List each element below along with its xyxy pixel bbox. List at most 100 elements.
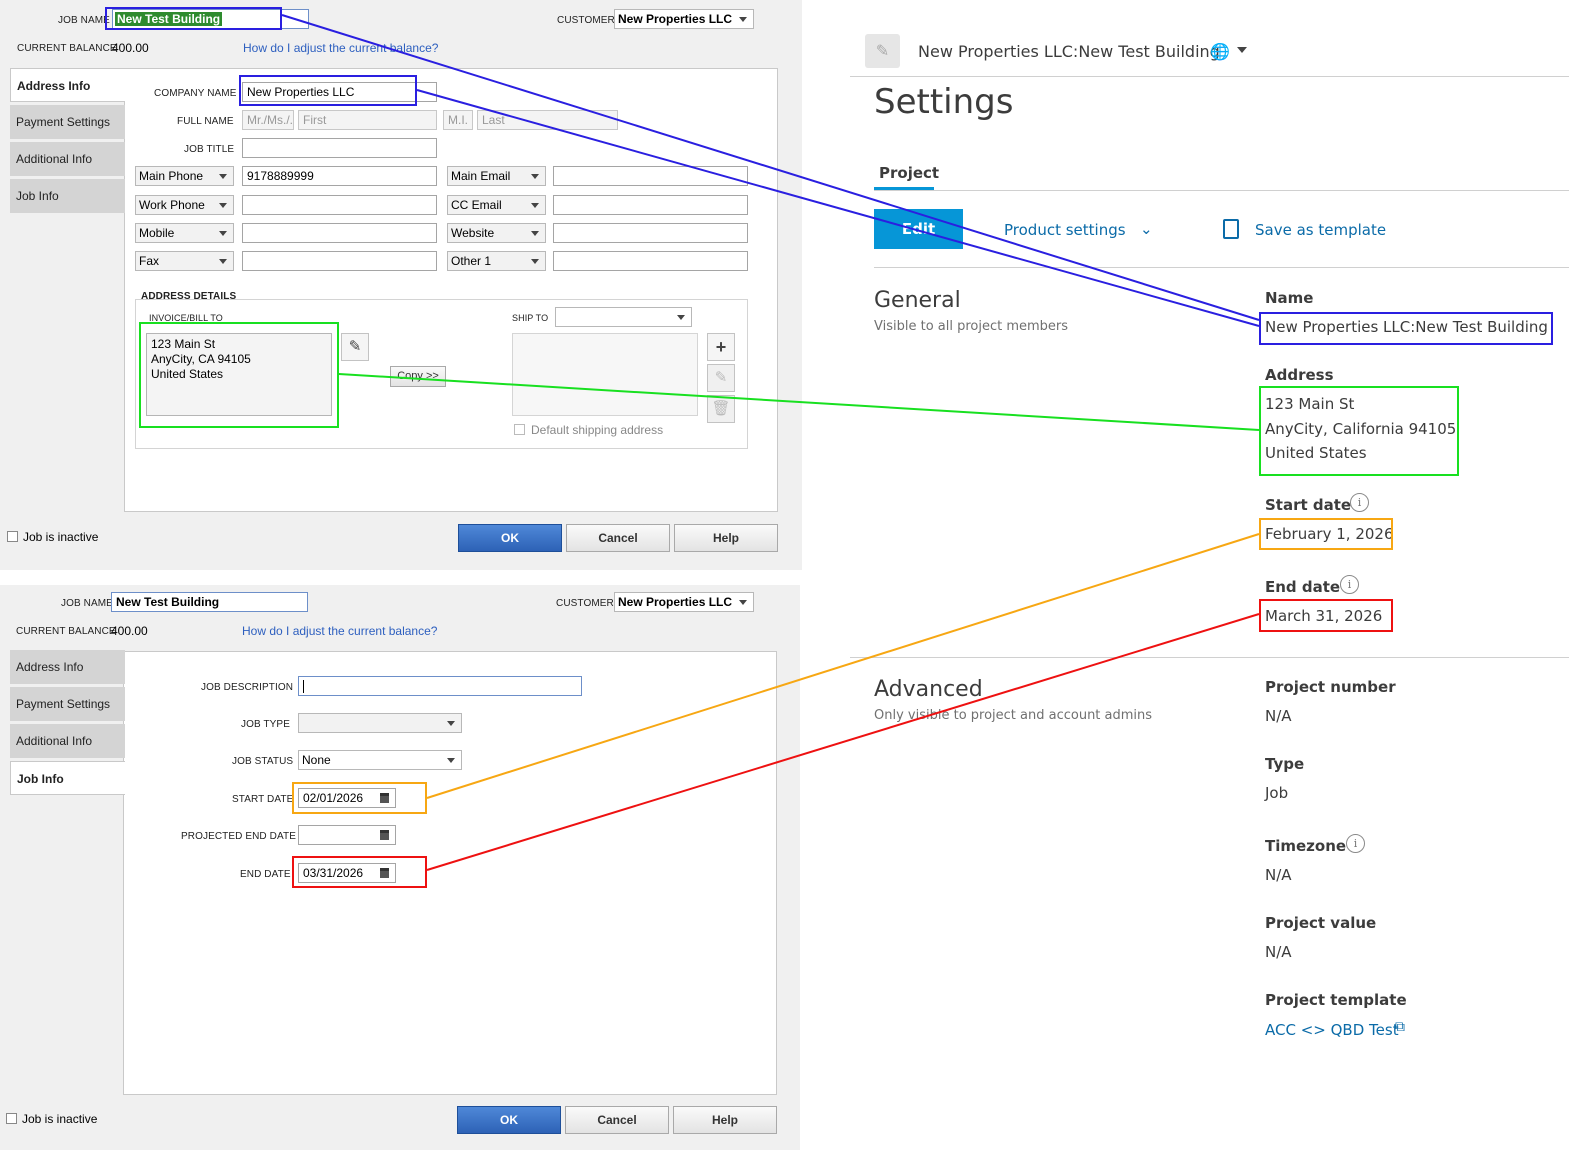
job-description-input[interactable] <box>298 676 582 696</box>
cc-email-input[interactable] <box>553 195 748 215</box>
job-name-input[interactable]: New Test Building <box>111 592 308 612</box>
address-line-1: 123 Main St <box>1265 395 1355 413</box>
current-balance-value: 400.00 <box>112 41 149 55</box>
calendar-icon[interactable] <box>380 868 389 878</box>
calendar-icon[interactable] <box>380 793 389 803</box>
email-type-dropdown-2[interactable]: CC Email <box>447 195 546 215</box>
product-settings-button[interactable]: Product settings <box>1004 221 1126 239</box>
ok-button[interactable]: OK <box>457 1106 561 1134</box>
adjust-balance-link[interactable]: How do I adjust the current balance? <box>243 41 438 55</box>
job-name-selected-text: New Test Building <box>115 12 223 26</box>
project-template-label: Project template <box>1265 991 1407 1009</box>
phone-type-dropdown-4[interactable]: Fax <box>135 251 234 271</box>
salutation-input[interactable]: Mr./Ms./... <box>242 110 294 130</box>
edit-bill-to-button[interactable]: ✎ <box>341 333 369 361</box>
default-shipping-checkbox[interactable] <box>514 424 525 435</box>
customer-dropdown[interactable]: New Properties LLC <box>614 592 754 612</box>
help-button[interactable]: Help <box>673 1106 777 1134</box>
job-inactive-label: Job is inactive <box>22 1112 98 1126</box>
email-type-dropdown-3[interactable]: Website <box>447 223 546 243</box>
projected-end-date-input[interactable] <box>298 825 396 845</box>
tab-additional-info[interactable]: Additional Info <box>10 724 125 758</box>
bill-to-line-1: 123 Main St <box>151 337 216 351</box>
tab-additional-info[interactable]: Additional Info <box>10 142 125 176</box>
project-title[interactable]: New Properties LLC:New Test Building <box>918 42 1220 61</box>
phone-type-dropdown-1[interactable]: Main Phone <box>135 166 234 186</box>
job-inactive-checkbox[interactable] <box>7 531 18 542</box>
job-title-input[interactable] <box>242 138 437 158</box>
tab-project[interactable]: Project <box>879 164 939 182</box>
job-title-label: JOB TITLE <box>184 144 235 155</box>
cancel-button[interactable]: Cancel <box>566 524 670 552</box>
bill-to-address-textarea[interactable]: 123 Main St AnyCity, CA 94105 United Sta… <box>146 333 332 416</box>
add-ship-to-button[interactable]: + <box>707 333 735 361</box>
type-label: Type <box>1265 755 1305 773</box>
job-name-label: JOB NAME <box>61 598 113 609</box>
save-as-template-button[interactable]: Save as template <box>1255 221 1386 239</box>
external-link-icon: ⧉ <box>1395 1019 1405 1035</box>
tab-payment-settings[interactable]: Payment Settings <box>10 105 125 139</box>
work-phone-input[interactable] <box>242 195 437 215</box>
project-template-link[interactable]: ACC <> QBD Test <box>1265 1021 1399 1039</box>
adjust-balance-link[interactable]: How do I adjust the current balance? <box>242 624 437 638</box>
end-date-input[interactable]: 03/31/2026 <box>298 863 396 883</box>
end-date-value: 03/31/2026 <box>303 866 364 880</box>
main-email-input[interactable] <box>553 166 748 186</box>
timezone-label: Timezone <box>1265 837 1347 855</box>
general-section-subtitle: Visible to all project members <box>874 319 1069 334</box>
type-value: Job <box>1265 784 1289 802</box>
customer-label: CUSTOMER <box>557 15 615 26</box>
project-value-value: N/A <box>1265 943 1292 961</box>
tab-payment-settings[interactable]: Payment Settings <box>10 687 125 721</box>
start-date-value: February 1, 2026 <box>1265 525 1394 543</box>
info-icon[interactable]: i <box>1340 575 1359 594</box>
project-number-value: N/A <box>1265 707 1292 725</box>
job-inactive-checkbox[interactable] <box>6 1113 17 1124</box>
company-name-input[interactable]: New Properties LLC <box>242 82 437 102</box>
edit-ship-to-button[interactable]: ✎ <box>707 364 735 392</box>
main-phone-input[interactable]: 9178889999 <box>242 166 437 186</box>
full-name-label: FULL NAME <box>177 116 234 127</box>
edit-button[interactable]: Edit <box>874 209 963 249</box>
tab-address-info[interactable]: Address Info <box>10 68 125 102</box>
email-type-dropdown-1[interactable]: Main Email <box>447 166 546 186</box>
phone-type-dropdown-3[interactable]: Mobile <box>135 223 234 243</box>
first-name-input[interactable]: First <box>298 110 437 130</box>
other-1-input[interactable] <box>553 251 748 271</box>
delete-ship-to-button[interactable]: 🗑 <box>707 395 735 423</box>
middle-initial-input[interactable]: M.I. <box>443 110 473 130</box>
email-type-dropdown-4[interactable]: Other 1 <box>447 251 546 271</box>
start-date-value: 02/01/2026 <box>303 791 364 805</box>
ship-to-address-textarea[interactable] <box>512 333 698 416</box>
fax-input[interactable] <box>242 251 437 271</box>
end-date-label: End date <box>1265 578 1341 596</box>
job-status-dropdown[interactable]: None <box>298 750 462 770</box>
job-name-label: JOB NAME <box>58 15 110 26</box>
project-switcher-caret-icon[interactable] <box>1237 47 1247 53</box>
project-value-label: Project value <box>1265 914 1377 932</box>
last-name-input[interactable]: Last <box>477 110 618 130</box>
ship-to-dropdown[interactable] <box>555 307 692 327</box>
globe-icon: 🌐 <box>1210 42 1230 61</box>
customer-dropdown[interactable]: New Properties LLC <box>614 9 754 29</box>
info-icon[interactable]: i <box>1346 834 1365 853</box>
info-icon[interactable]: i <box>1350 493 1369 512</box>
ok-button[interactable]: OK <box>458 524 562 552</box>
plus-icon: + <box>715 337 727 357</box>
job-name-input[interactable]: New Test Building <box>112 9 309 29</box>
tab-job-info[interactable]: Job Info <box>10 179 125 213</box>
mobile-input[interactable] <box>242 223 437 243</box>
tab-job-info[interactable]: Job Info <box>10 761 125 795</box>
calendar-icon[interactable] <box>380 830 389 840</box>
start-date-input[interactable]: 02/01/2026 <box>298 788 396 808</box>
phone-type-dropdown-2[interactable]: Work Phone <box>135 195 234 215</box>
cancel-button[interactable]: Cancel <box>565 1106 669 1134</box>
help-button[interactable]: Help <box>674 524 778 552</box>
tab-address-info[interactable]: Address Info <box>10 650 125 684</box>
job-type-dropdown[interactable] <box>298 713 462 733</box>
copy-address-button[interactable]: Copy >> <box>390 366 446 387</box>
website-input[interactable] <box>553 223 748 243</box>
tabs-divider <box>874 190 1569 191</box>
trash-icon: 🗑 <box>711 400 731 417</box>
project-thumbnail-icon[interactable]: ✎ <box>865 34 900 68</box>
